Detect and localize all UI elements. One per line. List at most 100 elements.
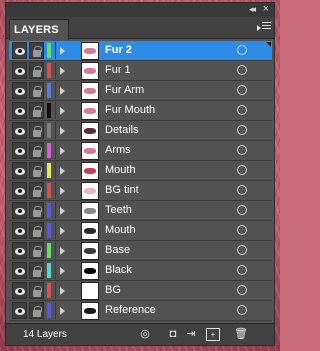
target-layer-icon[interactable] xyxy=(237,85,247,95)
layer-name[interactable]: Fur Mouth xyxy=(105,104,155,116)
expand-layer-icon[interactable] xyxy=(55,42,69,59)
expand-layer-icon[interactable] xyxy=(55,62,69,79)
layer-row[interactable]: Mouth xyxy=(9,161,272,181)
target-layer-icon[interactable] xyxy=(237,65,247,75)
expand-layer-icon[interactable] xyxy=(55,302,69,319)
expand-layer-icon[interactable] xyxy=(55,182,69,199)
target-layer-icon[interactable] xyxy=(237,105,247,115)
lock-toggle[interactable] xyxy=(29,42,44,59)
target-layer-icon[interactable] xyxy=(237,225,247,235)
layer-row[interactable]: BG tint xyxy=(9,181,272,201)
layer-row[interactable]: BG xyxy=(9,281,272,301)
eye-icon xyxy=(15,268,25,275)
layer-name[interactable]: Fur 1 xyxy=(105,64,131,76)
collapse-panel-icon[interactable]: ◂◂ xyxy=(249,4,256,15)
expand-layer-icon[interactable] xyxy=(55,222,69,239)
layer-name[interactable]: Fur Arm xyxy=(105,84,144,96)
panel-menu-icon[interactable] xyxy=(257,21,271,33)
lock-toggle[interactable] xyxy=(29,82,44,99)
create-sublayer-icon[interactable]: ⇥ xyxy=(184,328,198,341)
lock-toggle[interactable] xyxy=(29,222,44,239)
expand-layer-icon[interactable] xyxy=(55,82,69,99)
visibility-toggle[interactable] xyxy=(12,302,27,319)
visibility-toggle[interactable] xyxy=(12,162,27,179)
expand-layer-icon[interactable] xyxy=(55,162,69,179)
target-layer-icon[interactable] xyxy=(237,265,247,275)
lock-toggle[interactable] xyxy=(29,282,44,299)
expand-layer-icon[interactable] xyxy=(55,262,69,279)
lock-toggle[interactable] xyxy=(29,202,44,219)
target-layer-icon[interactable] xyxy=(237,145,247,155)
visibility-toggle[interactable] xyxy=(12,42,27,59)
trash-icon[interactable]: 🗑 xyxy=(234,328,248,341)
visibility-toggle[interactable] xyxy=(12,182,27,199)
target-layer-icon[interactable] xyxy=(237,245,247,255)
layer-name[interactable]: Details xyxy=(105,124,139,136)
lock-toggle[interactable] xyxy=(29,242,44,259)
lock-toggle[interactable] xyxy=(29,62,44,79)
layer-row[interactable]: Black xyxy=(9,261,272,281)
thumbnail-art xyxy=(84,128,96,134)
visibility-toggle[interactable] xyxy=(12,262,27,279)
target-layer-icon[interactable] xyxy=(237,185,247,195)
layer-row[interactable]: Mouth xyxy=(9,221,272,241)
visibility-toggle[interactable] xyxy=(12,242,27,259)
layer-name[interactable]: Black xyxy=(105,264,132,276)
expand-layer-icon[interactable] xyxy=(55,202,69,219)
layer-thumbnail xyxy=(81,42,99,60)
target-layer-icon[interactable] xyxy=(237,125,247,135)
lock-toggle[interactable] xyxy=(29,182,44,199)
visibility-toggle[interactable] xyxy=(12,62,27,79)
layer-name[interactable]: Fur 2 xyxy=(105,44,132,56)
layer-row[interactable]: Fur 2 xyxy=(9,41,272,61)
layer-name[interactable]: Base xyxy=(105,244,130,256)
layer-row[interactable]: Details xyxy=(9,121,272,141)
expand-layer-icon[interactable] xyxy=(55,282,69,299)
layer-row[interactable]: Arms xyxy=(9,141,272,161)
tab-layers[interactable]: LAYERS xyxy=(9,19,69,40)
thumbnail-art xyxy=(84,208,96,214)
visibility-toggle[interactable] xyxy=(12,102,27,119)
expand-layer-icon[interactable] xyxy=(55,102,69,119)
layer-name[interactable]: Mouth xyxy=(105,224,136,236)
layer-name[interactable]: Arms xyxy=(105,144,131,156)
target-layer-icon[interactable] xyxy=(237,205,247,215)
eye-icon xyxy=(15,168,25,175)
visibility-toggle[interactable] xyxy=(12,202,27,219)
layer-row[interactable]: Base xyxy=(9,241,272,261)
expand-layer-icon[interactable] xyxy=(55,242,69,259)
lock-icon xyxy=(33,46,42,57)
layer-name[interactable]: Mouth xyxy=(105,164,136,176)
target-layer-icon[interactable] xyxy=(237,305,247,315)
visibility-toggle[interactable] xyxy=(12,282,27,299)
locate-object-icon[interactable]: ◎ xyxy=(138,328,152,341)
layer-name[interactable]: Teeth xyxy=(105,204,132,216)
close-panel-icon[interactable]: × xyxy=(263,3,269,15)
expand-layer-icon[interactable] xyxy=(55,122,69,139)
target-layer-icon[interactable] xyxy=(237,45,247,55)
create-new-layer-icon[interactable]: + xyxy=(206,328,220,341)
layer-row[interactable]: Reference xyxy=(9,301,272,321)
layer-row[interactable]: Fur Mouth xyxy=(9,101,272,121)
target-layer-icon[interactable] xyxy=(237,165,247,175)
visibility-toggle[interactable] xyxy=(12,82,27,99)
make-clipping-mask-icon[interactable]: ◘ xyxy=(166,328,180,341)
lock-toggle[interactable] xyxy=(29,162,44,179)
lock-toggle[interactable] xyxy=(29,262,44,279)
layer-row[interactable]: Teeth xyxy=(9,201,272,221)
layer-name[interactable]: Reference xyxy=(105,304,156,316)
visibility-toggle[interactable] xyxy=(12,122,27,139)
layer-name[interactable]: BG xyxy=(105,284,121,296)
lock-toggle[interactable] xyxy=(29,142,44,159)
lock-toggle[interactable] xyxy=(29,102,44,119)
visibility-toggle[interactable] xyxy=(12,142,27,159)
lock-icon xyxy=(33,266,42,277)
lock-toggle[interactable] xyxy=(29,122,44,139)
layer-row[interactable]: Fur 1 xyxy=(9,61,272,81)
expand-layer-icon[interactable] xyxy=(55,142,69,159)
target-layer-icon[interactable] xyxy=(237,285,247,295)
layer-row[interactable]: Fur Arm xyxy=(9,81,272,101)
lock-toggle[interactable] xyxy=(29,302,44,319)
layer-name[interactable]: BG tint xyxy=(105,184,139,196)
visibility-toggle[interactable] xyxy=(12,222,27,239)
